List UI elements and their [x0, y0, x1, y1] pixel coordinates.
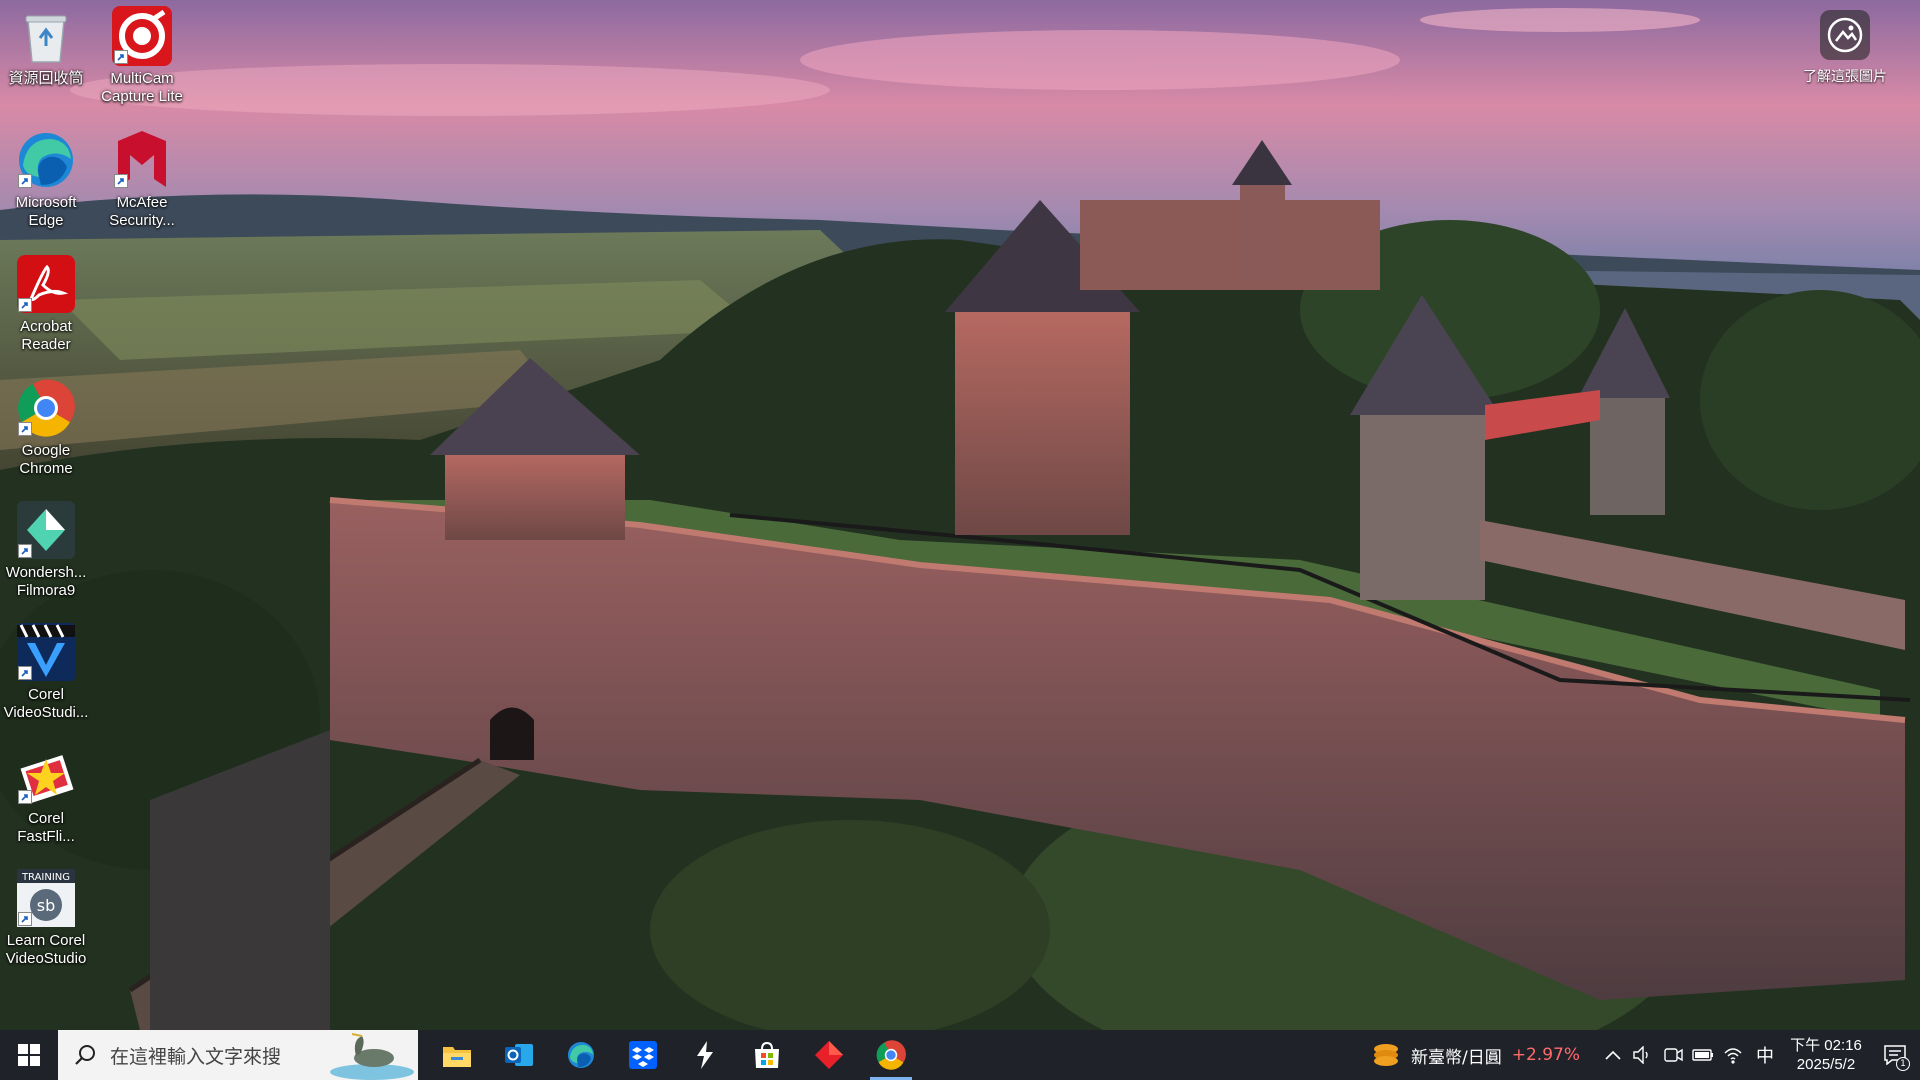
desktop-icon-training[interactable]: TRAINING sb Learn Corel VideoStudio: [0, 868, 92, 968]
desktop-wallpaper: [0, 0, 1920, 1030]
taskbar-microsoft-store[interactable]: [736, 1030, 798, 1080]
taskbar: 在這裡輸入文字來搜 新臺幣/日圓 +2.97% 中 下午 02:16 2025/…: [0, 1030, 1920, 1080]
shortcut-arrow-icon: [18, 422, 32, 436]
recycle-bin-icon: [16, 6, 76, 66]
shortcut-arrow-icon: [18, 912, 32, 926]
file-explorer-icon: [443, 1047, 471, 1067]
network-button[interactable]: [1718, 1030, 1748, 1080]
edge-icon: [567, 1041, 595, 1069]
desktop-icon-label: Google Chrome: [19, 442, 73, 477]
desktop-icon-edge[interactable]: Microsoft Edge: [0, 130, 92, 230]
taskbar-edge[interactable]: [550, 1030, 612, 1080]
desktop-icon-fastflick[interactable]: Corel FastFli...: [0, 746, 92, 846]
app-bolt-icon: [697, 1041, 713, 1069]
taskbar-outlook[interactable]: [488, 1030, 550, 1080]
start-button[interactable]: [0, 1030, 58, 1080]
windows-logo-icon: [18, 1044, 40, 1066]
search-placeholder: 在這裡輸入文字來搜: [110, 1045, 282, 1068]
outlook-icon: [505, 1044, 533, 1066]
chrome-icon: [876, 1040, 906, 1070]
stock-widget[interactable]: 新臺幣/日圓 +2.97%: [1353, 1030, 1598, 1080]
edge-icon: [16, 130, 76, 190]
search-icon: [75, 1045, 95, 1065]
stock-change: +2.97%: [1511, 1045, 1580, 1065]
meet-now-button[interactable]: [1658, 1030, 1688, 1080]
camera-icon: [1820, 10, 1870, 60]
desktop-icon-acrobat[interactable]: Acrobat Reader: [0, 254, 92, 354]
learn-about-picture-button[interactable]: 了解這張圖片: [1790, 10, 1900, 86]
desktop-icon-chrome[interactable]: Google Chrome: [0, 378, 92, 478]
clock-date: 2025/5/2: [1796, 1056, 1856, 1073]
shortcut-arrow-icon: [18, 544, 32, 558]
battery-button[interactable]: [1688, 1030, 1718, 1080]
desktop-icon-label: McAfee Security...: [109, 194, 175, 229]
multicam-icon: [112, 6, 172, 66]
stock-pair-name: 新臺幣/日圓: [1411, 1047, 1502, 1068]
system-tray: 新臺幣/日圓 +2.97% 中 下午 02:16 2025/5/2 1: [1353, 1030, 1920, 1080]
desktop-icon-filmora[interactable]: Wondersh... Filmora9: [0, 500, 92, 600]
svg-text:TRAINING: TRAINING: [21, 872, 70, 883]
taskbar-chrome[interactable]: [860, 1030, 922, 1080]
dropbox-icon: [629, 1041, 657, 1069]
fastflick-icon: [16, 746, 76, 806]
shortcut-arrow-icon: [114, 50, 128, 64]
taskbar-clock[interactable]: 下午 02:16 2025/5/2: [1782, 1036, 1870, 1074]
action-center-button[interactable]: 1: [1870, 1030, 1920, 1080]
shortcut-arrow-icon: [114, 174, 128, 188]
videostudio-icon: [16, 622, 76, 682]
desktop-icon-mcafee[interactable]: McAfee Security...: [96, 130, 188, 230]
desktop-icon-label: Wondersh... Filmora9: [5, 564, 87, 599]
speaker-icon: [1633, 1046, 1648, 1064]
desktop-icon-videostudio[interactable]: Corel VideoStudi...: [0, 622, 92, 722]
taskbar-dropbox[interactable]: [612, 1030, 674, 1080]
taskbar-pinned-apps: [426, 1030, 922, 1080]
desktop-icon-label: MultiCam Capture Lite: [101, 70, 183, 105]
desktop-icon-grid: 資源回收筒 MultiCam Capture Lite Microsoft Ed…: [0, 0, 200, 1030]
camera-tray-icon: [1664, 1048, 1683, 1062]
desktop-icon-recycle-bin[interactable]: 資源回收筒: [0, 6, 92, 88]
microsoft-store-icon: [755, 1041, 779, 1068]
coins-icon: [1374, 1044, 1399, 1066]
desktop-icon-label: Acrobat Reader: [20, 318, 72, 353]
svg-text:sb: sb: [37, 896, 56, 915]
notification-count-badge: 1: [1896, 1057, 1910, 1071]
chrome-icon: [16, 378, 76, 438]
shortcut-arrow-icon: [18, 666, 32, 680]
shortcut-arrow-icon: [18, 298, 32, 312]
taskbar-red-diamond-app[interactable]: [798, 1030, 860, 1080]
search-highlight-bird-icon: [330, 1033, 414, 1080]
taskbar-search-box[interactable]: 在這裡輸入文字來搜: [58, 1030, 418, 1080]
taskbar-bolt-app[interactable]: [674, 1030, 736, 1080]
chevron-up-icon: [1605, 1050, 1621, 1060]
taskbar-file-explorer[interactable]: [426, 1030, 488, 1080]
red-diamond-app-icon: [815, 1041, 843, 1069]
input-method-indicator[interactable]: 中: [1748, 1030, 1782, 1080]
mcafee-icon: [112, 130, 172, 190]
volume-button[interactable]: [1628, 1030, 1658, 1080]
filmora-icon: [16, 500, 76, 560]
desktop-icon-label: Corel FastFli...: [17, 810, 75, 845]
battery-icon: [1692, 1049, 1713, 1061]
desktop-icon-label: Learn Corel VideoStudio: [5, 932, 87, 967]
learn-about-picture-label: 了解這張圖片: [1803, 68, 1887, 84]
desktop-icon-label: Corel VideoStudi...: [3, 686, 89, 721]
clock-time: 下午 02:16: [1790, 1037, 1862, 1054]
show-hidden-icons-button[interactable]: [1598, 1030, 1628, 1080]
wifi-icon: [1724, 1048, 1742, 1064]
acrobat-icon: [16, 254, 76, 314]
desktop-icon-multicam[interactable]: MultiCam Capture Lite: [96, 6, 188, 106]
shortcut-arrow-icon: [18, 790, 32, 804]
shortcut-arrow-icon: [18, 174, 32, 188]
desktop-icon-label: 資源回收筒: [8, 70, 84, 87]
desktop-icon-label: Microsoft Edge: [15, 194, 77, 229]
training-icon: TRAINING sb: [16, 868, 76, 928]
